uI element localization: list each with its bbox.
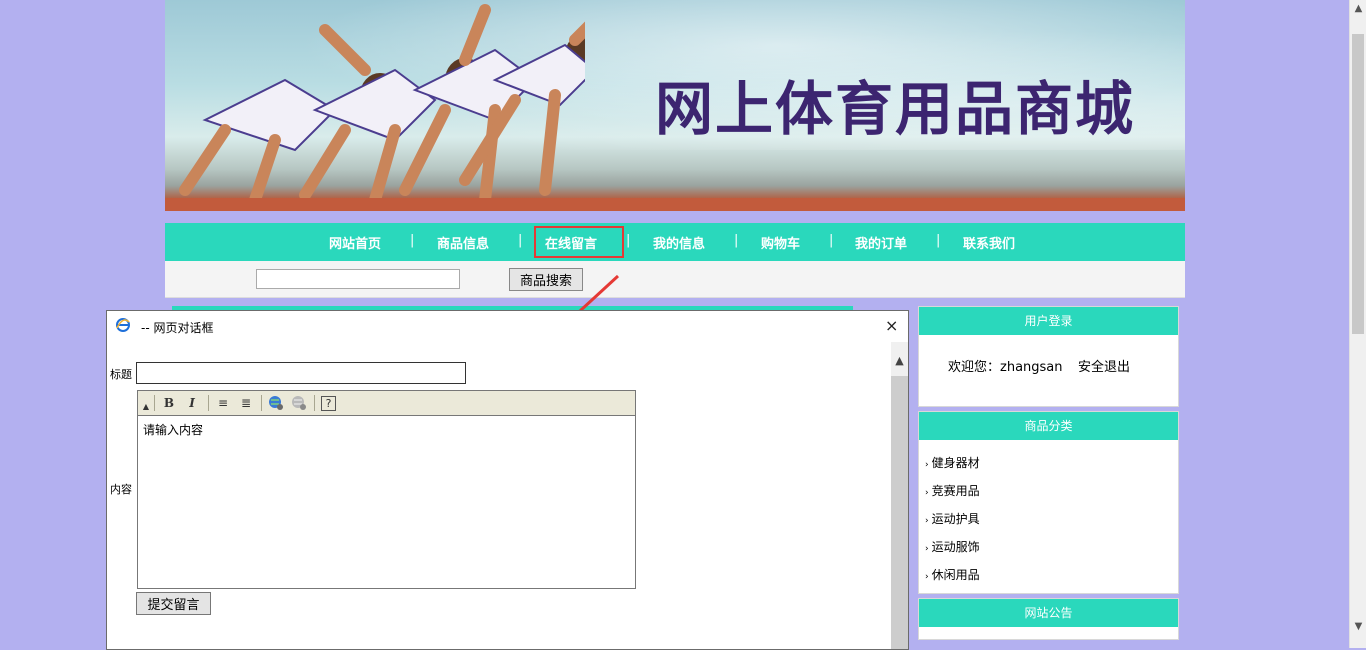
page-scrollbar[interactable]: ▲ ▼ <box>1349 0 1366 648</box>
title-label: 标题 <box>110 368 132 381</box>
bold-button[interactable]: B <box>161 395 177 411</box>
category-label: 竞赛用品 <box>931 484 980 498</box>
ordered-list-button[interactable]: ≡ <box>215 395 231 411</box>
nav-home[interactable]: 网站首页 <box>329 233 381 252</box>
notice-panel: 网站公告 <box>918 598 1179 640</box>
site-title: 网上体育用品商城 <box>655 75 1136 143</box>
nav-contact[interactable]: 联系我们 <box>963 233 1015 252</box>
collapse-icon[interactable]: ▲ <box>138 399 154 415</box>
search-bar: 商品搜索 <box>165 261 1185 298</box>
close-icon[interactable]: × <box>885 316 898 335</box>
editor-content[interactable]: 请输入内容 <box>143 421 203 438</box>
scroll-up-icon[interactable]: ▲ <box>891 354 908 367</box>
main-nav: 网站首页 | 商品信息 | 在线留言 | 我的信息 | 购物车 | 我的订单 |… <box>165 223 1185 261</box>
nav-separator: | <box>518 233 523 248</box>
bullet-icon: › <box>925 544 929 554</box>
nav-separator: | <box>626 233 631 248</box>
login-panel-header: 用户登录 <box>919 307 1178 335</box>
bullet-icon: › <box>925 572 929 582</box>
insert-link-icon[interactable] <box>268 395 284 411</box>
notice-panel-header: 网站公告 <box>919 599 1178 627</box>
welcome-text: 欢迎您：zhangsan <box>948 360 1063 375</box>
category-item[interactable]: › 运动服饰 <box>925 538 980 555</box>
category-label: 健身器材 <box>931 456 980 470</box>
logout-link[interactable]: 安全退出 <box>1078 356 1130 375</box>
login-panel: 用户登录 欢迎您：zhangsan 安全退出 <box>918 306 1179 407</box>
scrollbar-thumb[interactable] <box>1352 34 1364 334</box>
category-item[interactable]: › 运动护具 <box>925 510 980 527</box>
remove-link-icon[interactable] <box>291 395 307 411</box>
submit-message-button[interactable]: 提交留言 <box>136 592 211 615</box>
toolbar-divider <box>208 395 209 411</box>
ie-icon <box>116 318 130 332</box>
editor-toolbar: ▲ B I ≡ ≣ ? <box>138 391 635 416</box>
nav-separator: | <box>734 233 739 248</box>
toolbar-divider <box>261 395 262 411</box>
content-label: 内容 <box>110 483 132 496</box>
unordered-list-button[interactable]: ≣ <box>238 395 254 411</box>
dialog-scrollbar[interactable]: ▲ <box>891 342 908 649</box>
category-item[interactable]: › 健身器材 <box>925 454 980 471</box>
nav-my-info[interactable]: 我的信息 <box>653 233 705 252</box>
italic-button[interactable]: I <box>184 395 200 411</box>
search-input[interactable] <box>256 269 460 289</box>
toolbar-divider <box>154 395 155 411</box>
category-label: 运动服饰 <box>931 540 980 554</box>
category-panel-header: 商品分类 <box>919 412 1178 440</box>
category-label: 运动护具 <box>931 512 980 526</box>
running-track <box>165 198 1185 211</box>
nav-my-orders[interactable]: 我的订单 <box>855 233 907 252</box>
message-title-input[interactable] <box>136 362 466 384</box>
nav-separator: | <box>936 233 941 248</box>
nav-cart[interactable]: 购物车 <box>761 233 800 252</box>
sprinters-image <box>179 4 585 206</box>
active-nav-highlight <box>534 226 624 258</box>
bullet-icon: › <box>925 516 929 526</box>
header-banner: 网上体育用品商城 <box>165 0 1185 211</box>
dialog-titlebar[interactable]: -- 网页对话框 × <box>107 311 908 341</box>
toolbar-divider <box>314 395 315 411</box>
nav-products[interactable]: 商品信息 <box>437 233 489 252</box>
scroll-up-icon[interactable]: ▲ <box>1350 0 1366 17</box>
category-item[interactable]: › 竞赛用品 <box>925 482 980 499</box>
category-label: 休闲用品 <box>931 568 980 582</box>
bullet-icon: › <box>925 488 929 498</box>
dialog-title: -- 网页对话框 <box>141 321 214 335</box>
bullet-icon: › <box>925 460 929 470</box>
nav-separator: | <box>829 233 834 248</box>
scroll-down-icon[interactable]: ▼ <box>1350 618 1366 635</box>
rich-text-editor: ▲ B I ≡ ≣ ? 请输入内容 <box>137 390 636 589</box>
category-item[interactable]: › 休闲用品 <box>925 566 980 583</box>
category-panel: 商品分类 › 健身器材 › 竞赛用品 › 运动护具 › 运动服饰 › 休闲用品 <box>918 411 1179 594</box>
nav-separator: | <box>410 233 415 248</box>
web-dialog: -- 网页对话框 × 标题 内容 ▲ B I ≡ ≣ ? 请输入内容 提交留言 … <box>106 310 909 650</box>
scrollbar-thumb[interactable] <box>891 376 908 649</box>
help-button[interactable]: ? <box>321 396 336 411</box>
